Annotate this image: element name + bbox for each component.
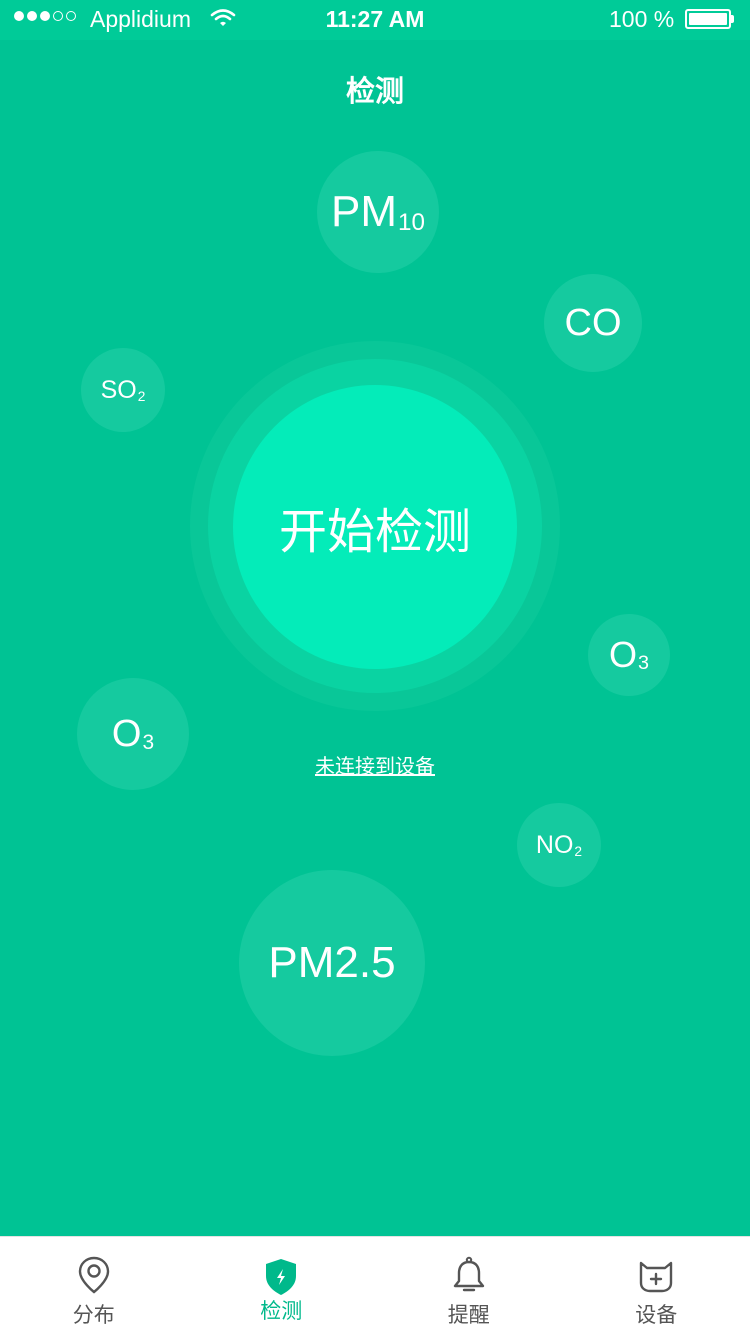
- battery-nub: [731, 15, 734, 23]
- pollutant-subscript: 10: [398, 208, 425, 236]
- pollutant-label: PM2.5: [268, 938, 396, 987]
- tab-label: 设备: [635, 1304, 678, 1327]
- start-detection-label: 开始检测: [278, 506, 471, 559]
- tab-label: 提醒: [447, 1304, 490, 1327]
- start-detection-button[interactable]: 开始检测: [233, 385, 517, 669]
- pollutant-label: SO: [100, 375, 137, 404]
- tab-reminder[interactable]: 提醒: [375, 1237, 563, 1334]
- pollutant-label: NO: [535, 830, 574, 859]
- device-icon: [640, 1261, 673, 1293]
- pollutant-label: PM: [331, 187, 398, 236]
- pollutant-bubble-no2[interactable]: NO 2: [517, 803, 601, 887]
- pollutant-bubble-co[interactable]: CO: [544, 274, 642, 372]
- tab-detection[interactable]: 检测: [188, 1237, 376, 1334]
- page-title: 检测: [345, 76, 404, 108]
- status-bar: Applidium 11:27 AM 100 %: [0, 0, 750, 40]
- pollutant-bubble-so2[interactable]: SO 2: [81, 348, 165, 432]
- shield-bolt-icon: [266, 1259, 297, 1295]
- tab-label: 检测: [260, 1300, 303, 1323]
- pollutant-label: CO: [564, 301, 622, 344]
- pollutant-subscript: 2: [574, 843, 583, 859]
- pollutant-subscript: 2: [137, 388, 146, 404]
- pollutant-subscript: 3: [638, 652, 650, 675]
- battery-percent: 100 %: [609, 6, 675, 32]
- location-pin-icon: [78, 1256, 109, 1294]
- pollutant-label: O: [608, 634, 637, 675]
- tab-label: 分布: [72, 1304, 115, 1327]
- pollutant-bubble-pm10[interactable]: PM 10: [317, 151, 439, 273]
- pollutant-bubble-pm25[interactable]: PM2.5: [239, 870, 425, 1056]
- bell-icon: [453, 1256, 484, 1292]
- battery-icon: [685, 9, 731, 29]
- device-connection-link[interactable]: 未连接到设备: [0, 750, 750, 779]
- pollutant-bubble-o3-right[interactable]: O3: [588, 614, 670, 696]
- tab-device[interactable]: 设备: [563, 1237, 750, 1334]
- tab-bar: 分布 检测 提醒 设备: [0, 1236, 750, 1334]
- tab-distribution[interactable]: 分布: [0, 1237, 188, 1334]
